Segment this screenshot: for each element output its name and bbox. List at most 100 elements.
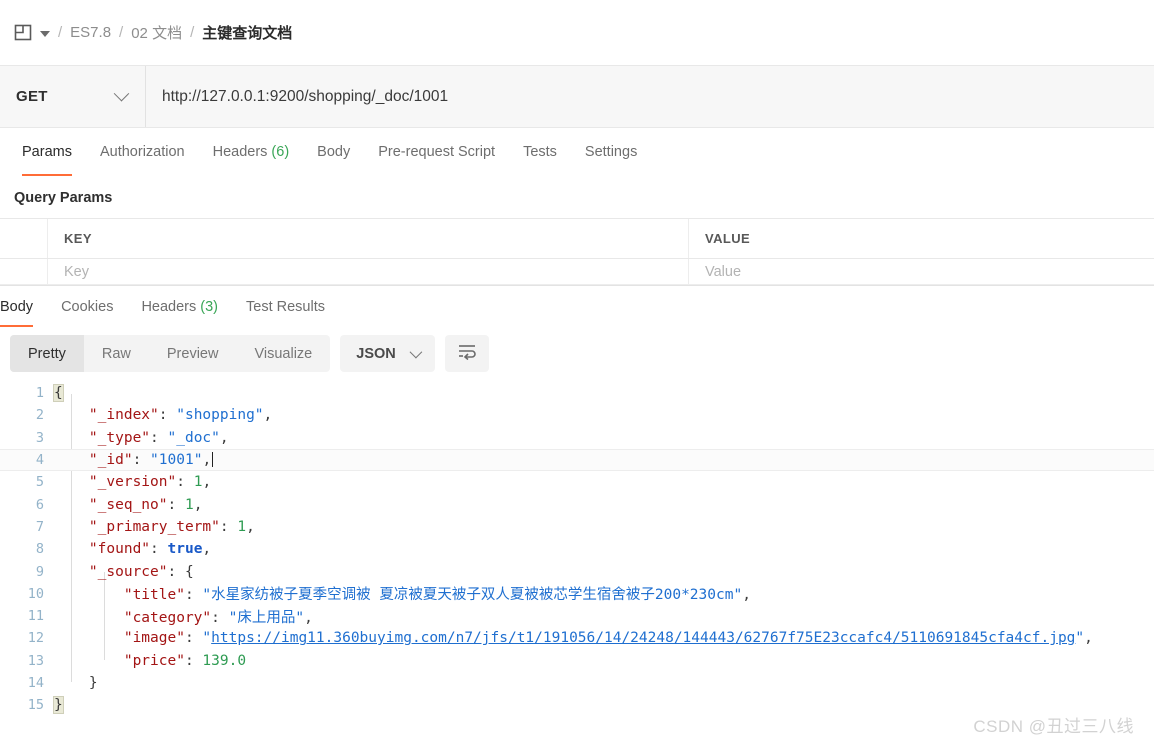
csdn-watermark: CSDN @丑过三八线 bbox=[973, 712, 1134, 737]
folder-icon[interactable] bbox=[14, 23, 33, 42]
line-number: 3 bbox=[0, 430, 54, 446]
response-tab-body-label: Body bbox=[0, 299, 33, 315]
param-row-checkbox[interactable] bbox=[0, 259, 48, 284]
json-key-category: "category" bbox=[124, 610, 211, 626]
request-url-row: GET http://127.0.0.1:9200/shopping/_doc/… bbox=[0, 66, 1154, 128]
tab-pre-request-script-label: Pre-request Script bbox=[378, 144, 495, 160]
response-language-label: JSON bbox=[356, 346, 396, 362]
line-number: 9 bbox=[0, 564, 54, 580]
json-colon: : bbox=[150, 430, 167, 446]
json-colon: : bbox=[168, 564, 185, 580]
http-method-select[interactable]: GET bbox=[0, 66, 146, 127]
json-value-image-link[interactable]: https://img11.360buyimg.com/n7/jfs/t1/19… bbox=[211, 630, 1075, 646]
tab-pre-request-script[interactable]: Pre-request Script bbox=[364, 128, 509, 176]
code-line: 3 "_type": "_doc", bbox=[0, 427, 1154, 449]
code-line-content: "found": true, bbox=[54, 541, 1154, 557]
tab-tests[interactable]: Tests bbox=[509, 128, 571, 176]
code-line-content: "price": 139.0 bbox=[54, 653, 1154, 669]
tab-params[interactable]: Params bbox=[8, 128, 86, 176]
code-line: 14 } bbox=[0, 672, 1154, 694]
line-number: 13 bbox=[0, 653, 54, 669]
line-number: 15 bbox=[0, 697, 54, 713]
json-colon: : bbox=[185, 587, 202, 603]
tab-headers-count: (6) bbox=[271, 144, 289, 160]
json-colon: : bbox=[211, 610, 228, 626]
json-comma: , bbox=[202, 541, 211, 557]
breadcrumb-item-current[interactable]: 主键查询文档 bbox=[202, 22, 292, 43]
view-mode-raw[interactable]: Raw bbox=[84, 335, 149, 372]
response-tab-cookies[interactable]: Cookies bbox=[47, 286, 127, 327]
tab-headers[interactable]: Headers (6) bbox=[199, 128, 304, 176]
code-line: 9 "_source": { bbox=[0, 560, 1154, 582]
response-language-select[interactable]: JSON bbox=[340, 335, 435, 372]
response-tab-body[interactable]: Body bbox=[0, 286, 47, 327]
response-tab-headers-label: Headers bbox=[141, 299, 196, 315]
tab-authorization[interactable]: Authorization bbox=[86, 128, 199, 176]
json-colon: : bbox=[168, 497, 185, 513]
json-key-found: "found" bbox=[89, 541, 150, 557]
view-mode-pretty[interactable]: Pretty bbox=[10, 335, 84, 372]
tab-settings-label: Settings bbox=[585, 144, 637, 160]
request-url-input[interactable]: http://127.0.0.1:9200/shopping/_doc/1001 bbox=[146, 66, 1154, 127]
json-comma: , bbox=[304, 610, 313, 626]
chevron-down-icon bbox=[409, 346, 422, 359]
line-number: 8 bbox=[0, 541, 54, 557]
breadcrumb-item-1[interactable]: 02 文档 bbox=[131, 22, 182, 43]
caret-down-icon[interactable] bbox=[40, 31, 50, 37]
code-line: 1 { bbox=[0, 382, 1154, 404]
param-value-input[interactable]: Value bbox=[689, 259, 1154, 284]
line-number: 2 bbox=[0, 407, 54, 423]
tab-authorization-label: Authorization bbox=[100, 144, 185, 160]
query-params-header-row: KEY VALUE bbox=[0, 219, 1154, 259]
json-key-index: "_index" bbox=[89, 407, 159, 423]
code-line-content: "_seq_no": 1, bbox=[54, 497, 1154, 513]
code-line: 6 "_seq_no": 1, bbox=[0, 493, 1154, 515]
response-tabs: Body Cookies Headers (3) Test Results bbox=[0, 285, 1154, 327]
breadcrumb-item-0[interactable]: ES7.8 bbox=[70, 24, 111, 41]
json-value-seq-no: 1 bbox=[185, 497, 194, 513]
http-method-label: GET bbox=[16, 88, 48, 105]
line-number: 6 bbox=[0, 497, 54, 513]
json-comma: , bbox=[742, 587, 751, 603]
code-line: 13 "price": 139.0 bbox=[0, 650, 1154, 672]
tab-body-label: Body bbox=[317, 144, 350, 160]
code-line: 2 "_index": "shopping", bbox=[0, 404, 1154, 426]
param-checkbox-column bbox=[0, 219, 48, 258]
code-line-content: "image": "https://img11.360buyimg.com/n7… bbox=[54, 630, 1154, 646]
code-line: 11 "category": "床上用品", bbox=[0, 605, 1154, 627]
response-tab-headers-count: (3) bbox=[200, 299, 218, 315]
json-comma: , bbox=[246, 519, 255, 535]
line-number: 11 bbox=[0, 608, 54, 624]
line-number: 12 bbox=[0, 630, 54, 646]
json-key-title: "title" bbox=[124, 587, 185, 603]
tab-body[interactable]: Body bbox=[303, 128, 364, 176]
response-tab-test-results[interactable]: Test Results bbox=[232, 286, 339, 327]
json-comma: , bbox=[202, 452, 211, 468]
view-mode-visualize[interactable]: Visualize bbox=[236, 335, 330, 372]
postman-window: / ES7.8 / 02 文档 / 主键查询文档 GET http://127.… bbox=[0, 0, 1154, 749]
param-key-input[interactable]: Key bbox=[48, 259, 689, 284]
json-value-primary-term: 1 bbox=[237, 519, 246, 535]
code-line-active: 4 "_id": "1001", bbox=[0, 449, 1154, 471]
tab-params-label: Params bbox=[22, 144, 72, 160]
json-comma: , bbox=[202, 474, 211, 490]
breadcrumb: / ES7.8 / 02 文档 / 主键查询文档 bbox=[0, 0, 1154, 66]
code-line: 10 "title": "水星家纺被子夏季空调被 夏凉被夏天被子双人夏被被芯学生… bbox=[0, 583, 1154, 605]
json-colon: : bbox=[176, 474, 193, 490]
response-body-json-viewer[interactable]: 1 { 2 "_index": "shopping", 3 "_type": "… bbox=[0, 382, 1154, 716]
wrap-lines-button[interactable] bbox=[445, 335, 489, 372]
response-tab-headers[interactable]: Headers (3) bbox=[127, 286, 232, 327]
json-value-index: "shopping" bbox=[176, 407, 263, 423]
json-comma: , bbox=[194, 497, 203, 513]
json-value-category: "床上用品" bbox=[229, 610, 304, 626]
json-key-source: "_source" bbox=[89, 564, 168, 580]
table-row[interactable]: Key Value bbox=[0, 259, 1154, 285]
response-view-mode-group: Pretty Raw Preview Visualize bbox=[10, 335, 330, 372]
tab-settings[interactable]: Settings bbox=[571, 128, 651, 176]
code-line: 12 "image": "https://img11.360buyimg.com… bbox=[0, 627, 1154, 649]
json-comma: , bbox=[220, 430, 229, 446]
view-mode-preview[interactable]: Preview bbox=[149, 335, 237, 372]
json-brace-open-source: { bbox=[185, 564, 194, 580]
json-colon: : bbox=[133, 452, 150, 468]
view-mode-preview-label: Preview bbox=[167, 346, 219, 362]
